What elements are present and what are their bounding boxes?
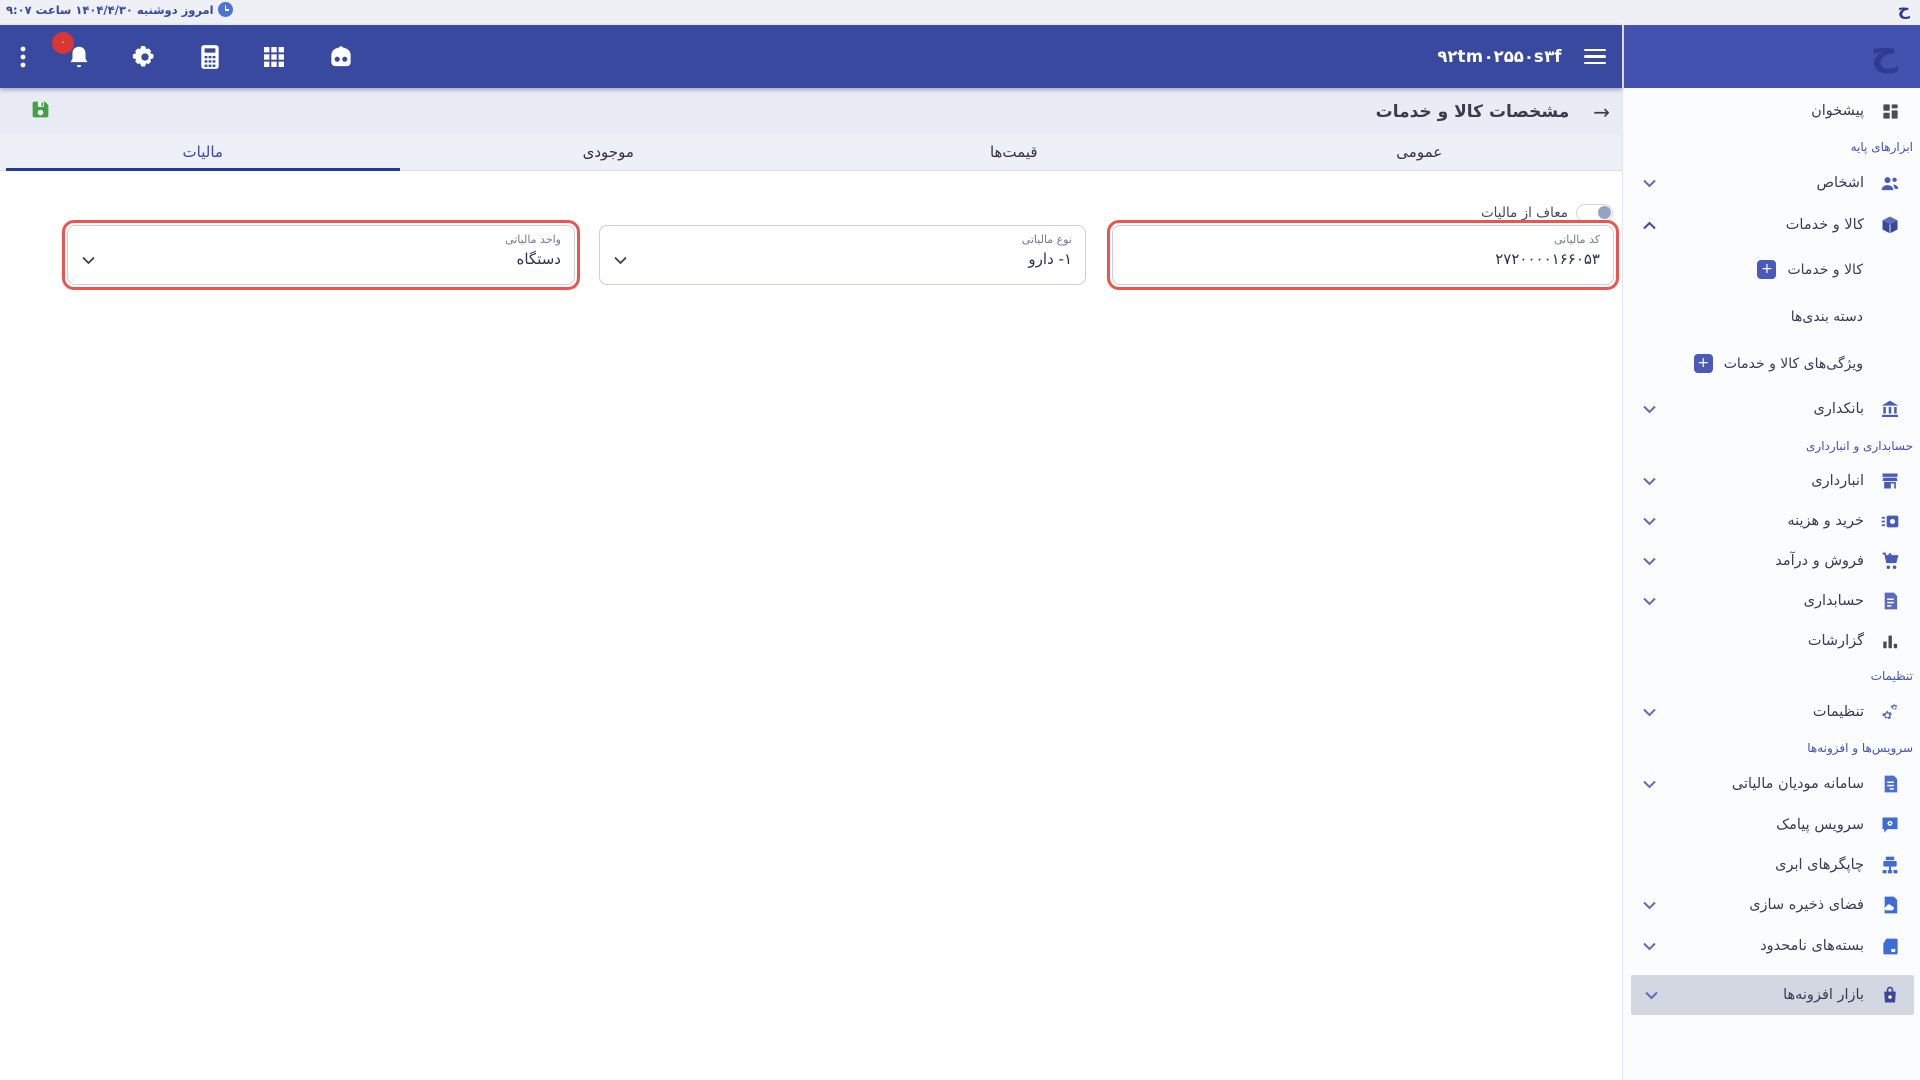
sidebar: پیشخوان ابزارهای پایه اشخاص کالا و خدمات… <box>1622 88 1920 1080</box>
sidebar-item-purchases-expenses[interactable]: خرید و هزینه <box>1623 501 1920 541</box>
sidebar-subitem-attributes[interactable]: ویژگی‌های کالا و خدمات + <box>1623 340 1920 387</box>
sidebar-section-basic-tools: ابزارهای پایه <box>1623 132 1920 162</box>
dashboard-icon <box>1880 101 1900 121</box>
tax-type-label: نوع مالیاتی <box>636 233 1072 246</box>
app-bar: ۰ ۹۲tm۰۲۵۵۰s۳f <box>0 25 1622 88</box>
tax-unit-value: دستگاه <box>104 250 561 268</box>
top-strip: امروز دوشنبه ۱۴۰۴/۴/۳۰ ساعت ۹:۰۷ ح <box>0 0 1920 25</box>
back-arrow-icon[interactable]: → <box>1593 100 1610 124</box>
people-icon <box>1880 173 1900 193</box>
assistant-robot-icon[interactable] <box>326 44 356 70</box>
save-icon[interactable] <box>30 99 51 124</box>
tax-unit-field-highlight: واحد مالیاتی دستگاه <box>62 220 580 290</box>
sidebar-item-reports[interactable]: گزارشات <box>1623 621 1920 661</box>
chevron-down-icon <box>1643 517 1656 526</box>
tax-exempt-label: معاف از مالیات <box>1481 205 1568 221</box>
sidebar-item-sms-service[interactable]: سرویس پیامک <box>1623 805 1920 845</box>
chevron-down-icon[interactable] <box>614 250 627 269</box>
gear-icon[interactable] <box>132 44 158 70</box>
tax-type-value: ۱- دارو <box>636 250 1072 268</box>
storage-file-icon <box>1880 895 1900 915</box>
kebab-menu-icon[interactable] <box>20 45 26 69</box>
tab-inventory[interactable]: موجودی <box>406 135 812 170</box>
chevron-down-icon <box>1643 901 1656 910</box>
chevron-down-icon <box>1643 477 1656 486</box>
business-name[interactable]: ۹۲tm۰۲۵۵۰s۳f <box>1437 47 1562 66</box>
sidebar-item-sales-income[interactable]: فروش و درآمد <box>1623 541 1920 581</box>
chevron-down-icon <box>1643 708 1656 717</box>
tax-code-field-highlight: کد مالیاتی ۲۷۲۰۰۰۰۱۶۶۰۵۳ <box>1107 220 1619 290</box>
add-goods-button[interactable]: + <box>1757 260 1776 279</box>
shopping-bag-icon <box>1880 985 1900 1005</box>
page-title: مشخصات کالا و خدمات <box>1376 102 1570 122</box>
clock-icon <box>218 2 233 17</box>
cloud-printer-icon <box>1880 855 1900 875</box>
sidebar-section-accounting-warehousing: حسابداری و انبارداری <box>1623 431 1920 461</box>
bank-icon <box>1880 399 1900 419</box>
tax-unit-label: واحد مالیاتی <box>104 233 561 246</box>
store-icon <box>1880 471 1900 491</box>
sidebar-item-goods-services[interactable]: کالا و خدمات <box>1623 204 1920 246</box>
sidebar-item-settings[interactable]: تنظیمات <box>1623 691 1920 733</box>
tax-doc-icon <box>1880 774 1900 794</box>
chevron-down-icon <box>1645 991 1658 1000</box>
money-icon <box>1880 511 1900 531</box>
page-title-bar: مشخصات کالا و خدمات → <box>0 88 1622 135</box>
tax-code-value: ۲۷۲۰۰۰۰۱۶۶۰۵۳ <box>1126 250 1600 268</box>
hamburger-menu-icon[interactable] <box>1584 49 1606 65</box>
sidebar-subitem-categories[interactable]: دسته بندی‌ها <box>1623 293 1920 340</box>
chevron-down-icon[interactable] <box>82 250 95 269</box>
add-attribute-button[interactable]: + <box>1694 354 1713 373</box>
box-icon <box>1880 215 1900 235</box>
chevron-down-icon <box>1643 179 1656 188</box>
main-content: معاف از مالیات کد مالیاتی ۲۷۲۰۰۰۰۱۶۶۰۵۳ … <box>0 171 1622 1080</box>
notification-badge: ۰ <box>52 32 74 54</box>
chevron-down-icon <box>1643 597 1656 606</box>
tax-code-input[interactable]: کد مالیاتی ۲۷۲۰۰۰۰۱۶۶۰۵۳ <box>1112 225 1614 285</box>
cart-icon <box>1880 551 1900 571</box>
brand-logo-small: ح <box>1898 0 1910 20</box>
sidebar-section-services-addons: سرویس‌ها و افزونه‌ها <box>1623 733 1920 763</box>
sidebar-item-persons[interactable]: اشخاص <box>1623 162 1920 204</box>
sidebar-item-warehousing[interactable]: انبارداری <box>1623 461 1920 501</box>
sidebar-item-tax-portal[interactable]: سامانه مودیان مالیاتی <box>1623 763 1920 805</box>
tax-type-select[interactable]: نوع مالیاتی ۱- دارو <box>599 225 1086 285</box>
notifications-bell-icon[interactable]: ۰ <box>66 44 92 70</box>
sidebar-header: ح <box>1622 25 1920 88</box>
brand-logo-large: ح <box>1871 29 1898 73</box>
sidebar-item-cloud-printers[interactable]: چاپگرهای ابری <box>1623 845 1920 885</box>
gears-icon <box>1880 702 1900 722</box>
sidebar-item-banking[interactable]: بانکداری <box>1623 387 1920 431</box>
chevron-down-icon <box>1643 405 1656 414</box>
package-icon <box>1880 936 1900 956</box>
sidebar-item-accounting[interactable]: حسابداری <box>1623 581 1920 621</box>
sms-icon <box>1880 815 1900 835</box>
tab-bar: عمومی قیمت‌ها موجودی مالیات <box>0 135 1622 171</box>
tax-unit-select[interactable]: واحد مالیاتی دستگاه <box>67 225 575 285</box>
sidebar-subitem-goods-services[interactable]: کالا و خدمات + <box>1623 246 1920 293</box>
date-text: امروز دوشنبه ۱۴۰۴/۴/۳۰ ساعت ۹:۰۷ <box>6 3 214 17</box>
chevron-down-icon <box>1643 780 1656 789</box>
sidebar-item-addons-market[interactable]: بازار افزونه‌ها <box>1631 975 1914 1015</box>
chevron-down-icon <box>1643 942 1656 951</box>
tax-fields-row: کد مالیاتی ۲۷۲۰۰۰۰۱۶۶۰۵۳ نوع مالیاتی ۱- … <box>62 220 1619 290</box>
apps-grid-icon[interactable] <box>262 45 286 69</box>
tax-code-label: کد مالیاتی <box>1126 233 1600 246</box>
chevron-up-icon <box>1643 221 1656 230</box>
tab-taxes[interactable]: مالیات <box>0 135 406 170</box>
sidebar-item-dashboard[interactable]: پیشخوان <box>1623 90 1920 132</box>
sidebar-item-unlimited-packages[interactable]: بسته‌های نامحدود <box>1623 925 1920 967</box>
bar-chart-icon <box>1880 631 1900 651</box>
chevron-down-icon <box>1643 557 1656 566</box>
tab-prices[interactable]: قیمت‌ها <box>811 135 1217 170</box>
sidebar-section-settings: تنظیمات <box>1623 661 1920 691</box>
tax-type-field-wrap: نوع مالیاتی ۱- دارو <box>594 220 1091 290</box>
sidebar-item-storage-space[interactable]: فضای ذخیره سازی <box>1623 885 1920 925</box>
tab-general[interactable]: عمومی <box>1217 135 1623 170</box>
calculator-icon[interactable] <box>198 44 222 70</box>
date-widget: امروز دوشنبه ۱۴۰۴/۴/۳۰ ساعت ۹:۰۷ <box>6 2 233 17</box>
ledger-icon <box>1880 591 1900 611</box>
